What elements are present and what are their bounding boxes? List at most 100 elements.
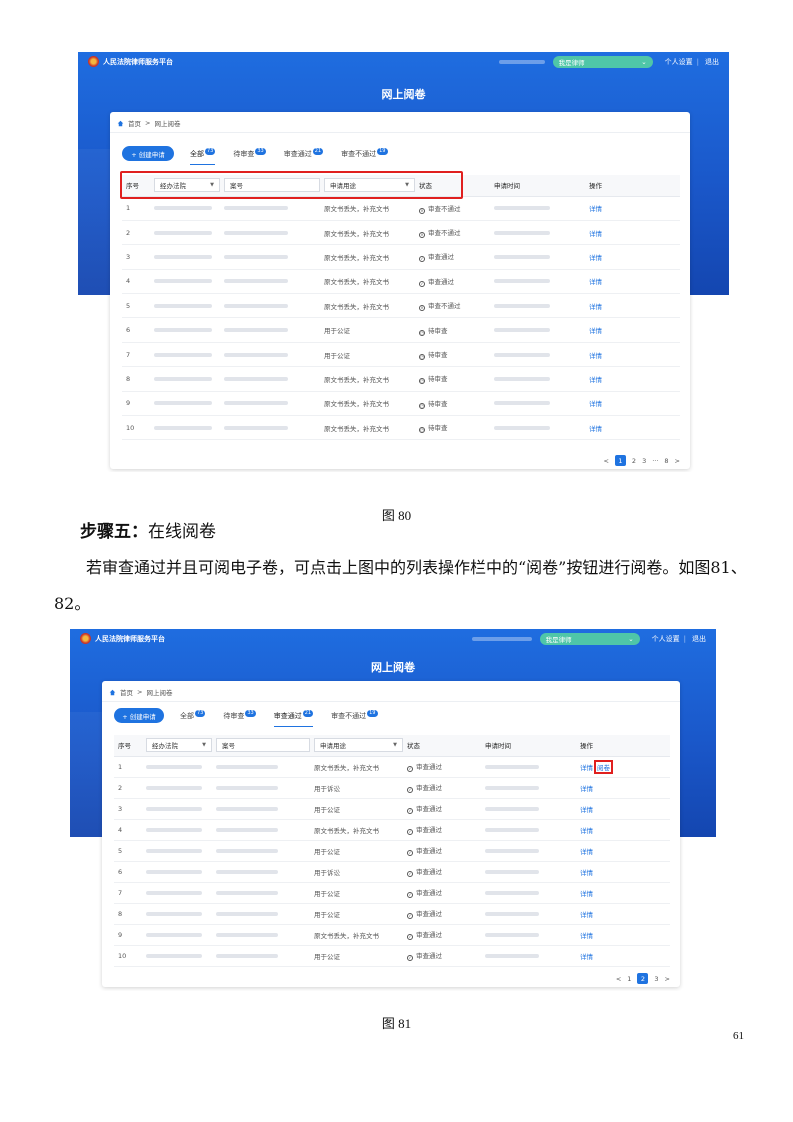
purpose-cell: 原文书丢失，补充文书 (320, 220, 415, 246)
prev-page-button[interactable]: < (603, 457, 608, 465)
table-row: 1 原文书丢失，补充文书 ✓ 审查通过 详情 阅卷 (114, 756, 670, 778)
page-title: 网上阅卷 (381, 88, 426, 101)
detail-link[interactable]: 详情 (589, 425, 602, 433)
detail-link[interactable]: 详情 (580, 827, 593, 835)
detail-link[interactable]: 详情 (580, 806, 593, 814)
status-tabs: 全部 73 待审查 33 审查通过 21 审查不通过 19 (190, 148, 406, 165)
row-index: 10 (114, 945, 142, 967)
tab-approved[interactable]: 审查通过 21 (273, 710, 314, 727)
time-cell (490, 196, 585, 221)
divider: | (683, 634, 686, 643)
blurred-case-no (216, 806, 278, 811)
page-number-button[interactable]: 1 (627, 975, 631, 983)
detail-link[interactable]: 详情 (580, 932, 593, 940)
next-page-button[interactable]: > (675, 457, 680, 465)
logout-link[interactable]: 退出 (692, 634, 706, 644)
personal-settings-link[interactable]: 个人设置 (652, 634, 680, 644)
time-cell (481, 882, 576, 904)
row-index: 10 (122, 415, 150, 441)
tab-all[interactable]: 全部 73 (180, 710, 206, 727)
action-cell: 详情 (576, 819, 670, 841)
detail-link[interactable]: 详情 (589, 303, 602, 311)
breadcrumb-home[interactable]: 首页 (128, 118, 141, 128)
action-cell: 详情 (585, 269, 680, 295)
tab-approved[interactable]: 审查通过 21 (284, 148, 324, 165)
time-cell (490, 244, 585, 270)
col-purpose-cell: 申请用途 ▼ (310, 735, 403, 757)
status-cell: ✓ 审查通过 (403, 861, 481, 883)
detail-link[interactable]: 详情 (589, 205, 602, 213)
time-cell (481, 861, 576, 883)
court-filter-select[interactable]: 经办法院 ▼ (146, 738, 212, 753)
detail-link[interactable]: 详情 (580, 911, 593, 919)
tab-pending[interactable]: 待审查 33 (223, 710, 256, 727)
prev-page-button[interactable]: < (616, 975, 621, 983)
tab-label: 全部 (190, 150, 204, 158)
logout-link[interactable]: 退出 (705, 57, 719, 67)
court-cell (142, 924, 212, 946)
page-number-button[interactable]: 1 (614, 455, 626, 466)
page-number-button[interactable]: 2 (637, 973, 649, 984)
detail-link[interactable]: 详情 (589, 352, 602, 360)
home-icon[interactable] (109, 689, 116, 696)
divider (102, 701, 680, 702)
blurred-case-no (216, 932, 278, 937)
status-icon: × (419, 207, 425, 214)
page-number-button[interactable]: 8 (664, 457, 668, 465)
purpose-cell: 用于诉讼 (310, 861, 403, 883)
detail-link[interactable]: 详情 (589, 327, 602, 335)
status-icon: ◷ (419, 354, 425, 361)
page-number-button[interactable]: 3 (654, 975, 658, 983)
row-index: 9 (122, 391, 150, 417)
home-icon[interactable] (117, 120, 124, 127)
purpose-filter-select[interactable]: 申请用途 ▼ (314, 738, 403, 753)
detail-link[interactable]: 详情 (580, 785, 593, 793)
detail-link[interactable]: 详情 (589, 278, 602, 286)
status-text: 审查通过 (416, 952, 442, 960)
row-index: 6 (114, 861, 142, 883)
blurred-case-no (216, 953, 278, 958)
detail-link[interactable]: 详情 (580, 848, 593, 856)
blurred-time (485, 932, 539, 937)
blurred-time (485, 785, 539, 790)
create-application-button[interactable]: + 创建申请 (114, 708, 164, 723)
detail-link[interactable]: 详情 (580, 764, 593, 772)
detail-link[interactable]: 详情 (580, 890, 593, 898)
detail-link[interactable]: 详情 (589, 376, 602, 384)
role-select[interactable]: 我是律师 ⌄ (552, 55, 653, 68)
time-cell (490, 415, 585, 441)
time-cell (490, 293, 585, 319)
breadcrumb-home[interactable]: 首页 (120, 687, 133, 697)
detail-link[interactable]: 详情 (589, 230, 602, 238)
table-row: 7 用于公证 ◷ 待审查 详情 (122, 342, 680, 368)
case-no-cell (212, 861, 310, 883)
detail-link[interactable]: 详情 (589, 400, 602, 408)
read-file-link[interactable]: 阅卷 (594, 759, 613, 774)
application-table: 序号 经办法院 ▼ 案号 申请用途 ▼ 状态 申请时间 操作 1 原文书丢失，补充文书… (122, 175, 680, 441)
case-no-filter-input[interactable]: 案号 (216, 738, 310, 753)
detail-link[interactable]: 详情 (580, 953, 593, 961)
next-page-button[interactable]: > (665, 975, 670, 983)
tab-pending[interactable]: 待审查 33 (233, 148, 266, 165)
create-application-button[interactable]: + 创建申请 (122, 146, 174, 161)
tab-rejected[interactable]: 审查不通过 19 (341, 148, 388, 165)
tab-all[interactable]: 全部 73 (190, 148, 216, 165)
case-no-cell (212, 798, 310, 820)
status-tabs: 全部 73 待审查 33 审查通过 21 审查不通过 19 (180, 710, 396, 727)
personal-settings-link[interactable]: 个人设置 (665, 57, 693, 67)
court-cell (142, 903, 212, 925)
blurred-username (471, 636, 532, 641)
blurred-court (146, 827, 202, 832)
role-select[interactable]: 我是律师 ⌄ (539, 632, 640, 645)
tab-label: 全部 (180, 712, 194, 720)
blurred-court (146, 806, 202, 811)
blurred-time (494, 230, 550, 235)
detail-link[interactable]: 详情 (589, 254, 602, 262)
purpose-cell: 原文书丢失，补充文书 (320, 196, 415, 221)
status-text: 待审查 (428, 375, 448, 384)
time-cell (481, 924, 576, 946)
page-number-button[interactable]: 2 (632, 457, 636, 465)
page-number-button[interactable]: 3 (642, 457, 646, 465)
tab-rejected[interactable]: 审查不通过 19 (331, 710, 378, 727)
detail-link[interactable]: 详情 (580, 869, 593, 877)
